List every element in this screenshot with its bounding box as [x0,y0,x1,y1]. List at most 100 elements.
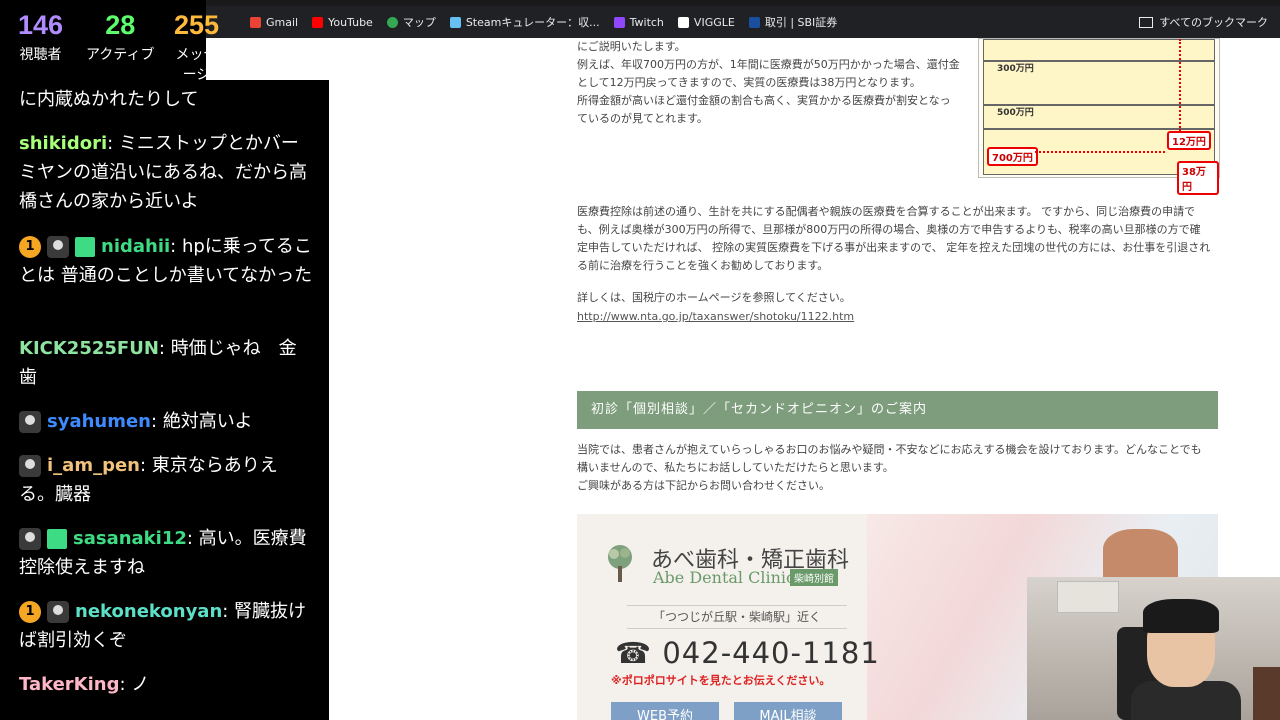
chat-username[interactable]: KICK2525FUN [19,338,159,359]
messages-count: 255 [174,10,220,40]
viewers-count: 146 [18,10,64,40]
bookmark-label: Twitch [629,15,664,29]
clinic-name-en: Abe Dental Clinic [653,568,795,587]
steam-icon [449,16,461,28]
bookmark-maps[interactable]: マップ [386,14,436,30]
chat-colon: : [222,601,235,622]
badge-one-icon: 1 [19,236,41,258]
detail-text: 詳しくは、国税庁のホームページを参照してください。 [577,291,851,304]
active-stat: 28 アクティブ [86,10,154,64]
deduction-paragraph: 医療費控除は前述の通り、生計を共にする配偶者や親族の医療費を合算することが出来ま… [577,203,1222,275]
maps-icon [386,16,398,28]
avatar-badge-icon [47,601,69,623]
bookmark-viggle[interactable]: VIGGLE [677,15,735,29]
webcam-overlay [1027,577,1280,720]
messages-stat: 255 メッセージ [174,10,219,84]
messages-label: メッセージ [175,47,218,83]
tree-logo-icon [608,545,632,582]
chat-username[interactable]: sasanaki12 [73,528,187,549]
bookmark-twitch[interactable]: Twitch [613,15,664,29]
paragraph-line: 当院では、患者さんが抱えていらっしゃるお口のお悩みや疑問・不安などにお応えする機… [577,443,1202,456]
chat-message: KICK2525FUN: 時価じゃね 金歯 [19,334,313,392]
avatar-badge-icon [47,236,69,258]
chat-colon: : [107,133,119,154]
net-cost-highlight: 38万円 [1177,161,1219,195]
bookmark-label: Steamキュレーター：収... [465,16,600,29]
mail-consult-button[interactable]: MAIL相談 [734,702,842,720]
bookmark-gmail[interactable]: Gmail [250,16,298,29]
intro-line: にご説明いたします。 [577,40,686,53]
active-count: 28 [105,10,136,40]
bookmark-sbi[interactable]: 取引 | SBI証券 [748,14,838,30]
avatar-badge-icon [19,455,41,477]
chat-username[interactable]: TakerKing [19,674,120,695]
refund-highlight: 12万円 [1167,131,1211,150]
consultation-paragraph: 当院では、患者さんが抱えていらっしゃるお口のお悩みや疑問・不安などにお応えする機… [577,441,1222,495]
paragraph-line: 定申告していただければ、 控除の実質医療費を下げる事が出来ますので、 定年を控え… [577,241,1211,254]
chat-message: sasanaki12: 高い。医療費控除使えますね [19,524,313,582]
youtube-icon [312,16,324,28]
bookmark-youtube[interactable]: YouTube [312,16,373,29]
income-label: 500万円 [997,108,1034,118]
webcam-person-hair [1143,599,1219,633]
chat-colon: : [158,338,171,359]
badge-one-icon: 1 [19,601,41,623]
bookmark-label: 取引 | SBI証券 [764,16,838,29]
bookmark-steam[interactable]: Steamキュレーター：収... [449,14,600,30]
referral-note: ※ポロポロサイトを見たとお伝えください。 [611,674,831,687]
bookmarks-bar: Gmail YouTube マップ Steamキュレーター：収... Twitc… [206,6,1280,38]
chat-colon: : [119,674,132,695]
chat-username[interactable]: nidahii [101,236,170,257]
chat-message: syahumen: 絶対高いよ [19,407,313,436]
intro-line: 例えば、年収700万円の方が、1年間に医療費が50万円かかった場合、還付金 [577,58,960,71]
chat-text: 絶対高いよ [162,411,253,432]
chat-colon: : [170,236,182,257]
intro-line: 所得金額が高いほど還付金額の割合も高く、実質かかる医療費が割安となっ [577,94,951,107]
chat-colon: : [151,411,163,432]
chat-message: 1 nekonekonyan: 腎臓抜けば割引効くぞ [19,597,313,655]
phone-icon: ☎ [615,636,663,670]
all-bookmarks-button[interactable]: すべてのブックマーク [1139,14,1268,30]
phone-digits: 042-440-1181 [662,636,880,670]
nta-link[interactable]: http://www.nta.go.jp/taxanswer/shotoku/1… [577,308,854,326]
chat-message: TakerKing: ノ [19,670,313,699]
paragraph-line: 医療費控除は前述の通り、生計を共にする配偶者や親族の医療費を合算することが出来ま… [577,205,1196,218]
viggle-icon [677,16,689,28]
bookmark-label: VIGGLE [693,15,735,29]
avatar-badge-icon [19,528,41,550]
chat-username[interactable]: i_am_pen [47,455,140,476]
webcam-board [1057,581,1119,613]
chat-message: shikidori: ミニストップとかバーミヤンの道沿いにあるね、だから高橋さん… [19,129,313,216]
web-booking-button[interactable]: WEB予約 [611,702,719,720]
paragraph-line: も、例えば奥様が300万円の所得で、旦那様が800万円の所得の場合、奥様の方で申… [577,223,1201,236]
intro-paragraph: にご説明いたします。 例えば、年収700万円の方が、1年間に医療費が50万円かか… [577,38,967,128]
viewers-label: 視聴者 [19,47,62,63]
chat-message: i_am_pen: 東京ならありえる。臓器 [19,451,313,509]
chat-message: に内蔵ぬかれたりして [19,85,313,114]
station-text: 「つつじが丘駅・柴崎駅」近く [627,605,847,629]
bookmark-label: マップ [402,16,436,29]
active-label: アクティブ [86,47,155,63]
arrow-line [1179,39,1181,131]
income-label: 300万円 [997,64,1034,74]
bookmark-label: Gmail [266,15,299,29]
chat-username[interactable]: nekonekonyan [75,601,222,622]
chat-colon: : [186,528,199,549]
twitch-icon [613,16,625,28]
gift-badge-icon [75,237,95,257]
intro-line: ているのが見てとれます。 [577,112,708,125]
avatar-badge-icon [19,411,41,433]
chat-panel: に内蔵ぬかれたりして shikidori: ミニストップとかバーミヤンの道沿いに… [0,80,329,720]
intro-line: として12万円戻ってきますので、実質の医療費は38万円となります。 [577,76,921,89]
chat-username[interactable]: syahumen [47,411,151,432]
chat-text: に内蔵ぬかれたりして [19,89,199,110]
chat-username[interactable]: shikidori [19,133,107,154]
chat-message: 1 nidahii: hpに乗ってることは 普通のことしか書いてなかった [19,232,313,290]
phone-number[interactable]: ☎ 042-440-1181 [615,636,880,670]
tax-refund-table-image: 300万円 500万円 700万円 12万円 38万円 [978,38,1220,195]
banner-person-photo [1103,529,1178,579]
all-bookmarks-label: すべてのブックマーク [1159,16,1268,29]
branch-badge: 柴崎別館 [790,569,838,586]
arrow-line [1035,151,1165,153]
paragraph-line: 構いませんので、私たちにお話ししていただけたらと思います。 [577,461,894,474]
